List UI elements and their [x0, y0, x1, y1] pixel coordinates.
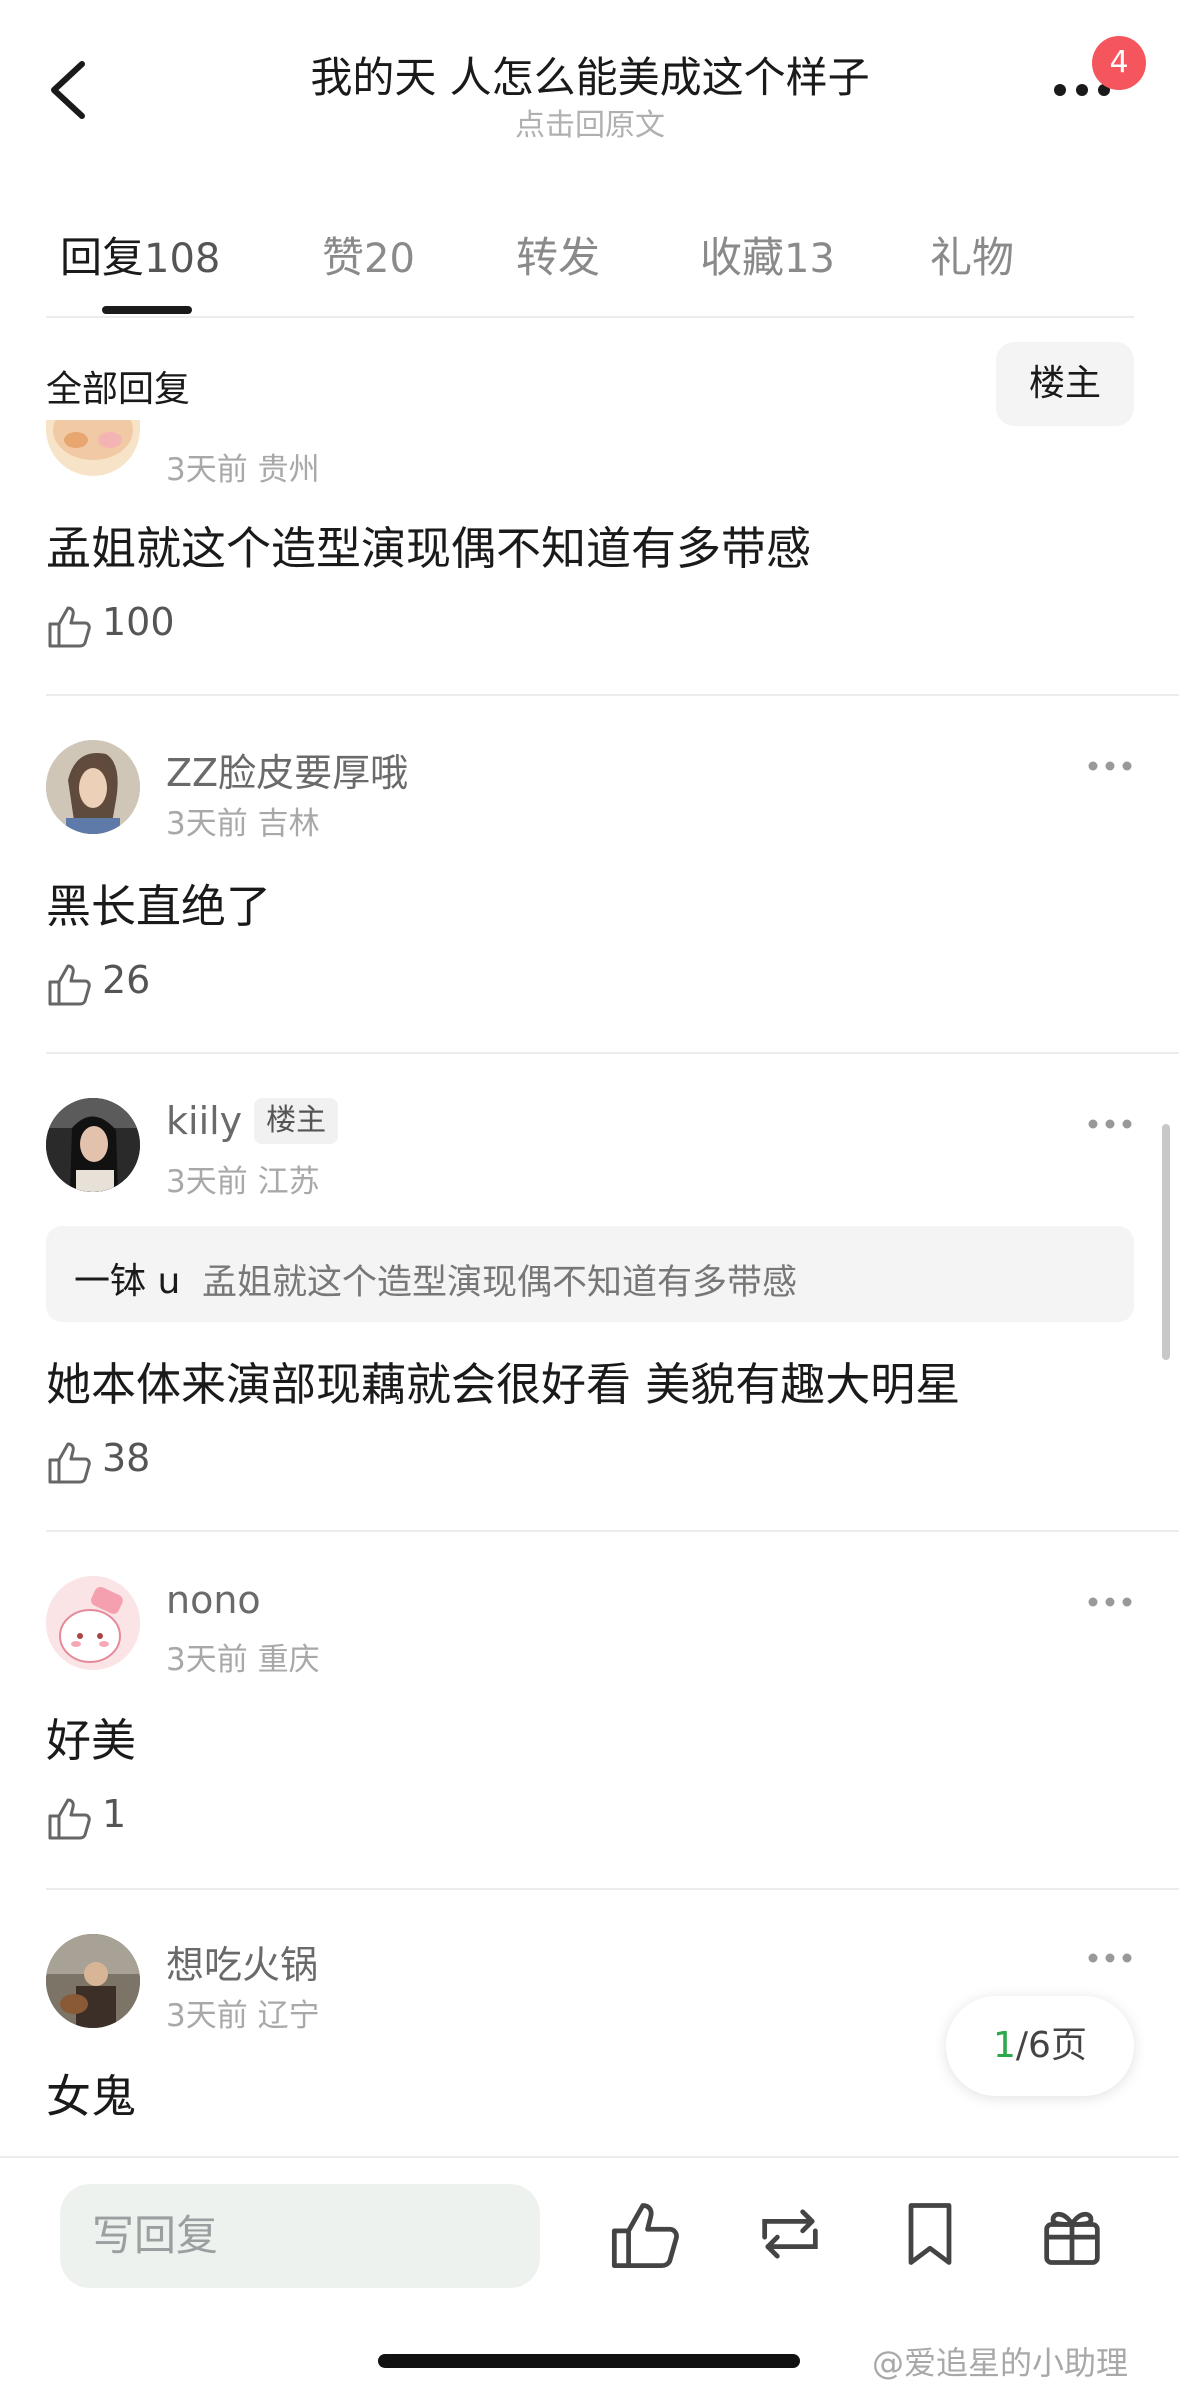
comment-more-button[interactable]	[1086, 1950, 1134, 1964]
op-badge: 楼主	[254, 1098, 339, 1144]
current-page: 1	[993, 2025, 1016, 2066]
comment-more-button[interactable]	[1086, 1594, 1134, 1608]
comment-meta: 3天前 重庆	[166, 1642, 320, 1678]
comment-username[interactable]: ZZ脸皮要厚哦	[166, 742, 408, 797]
comment-meta: 3天前 贵州	[166, 452, 320, 488]
tab-count: 13	[784, 236, 835, 282]
tab-reposts[interactable]: 转发	[516, 224, 600, 285]
back-button[interactable]	[40, 50, 100, 130]
comment-text[interactable]: 她本体来演部现藕就会很好看 美貌有趣大明星	[46, 1348, 960, 1413]
notification-badge: 4	[1092, 36, 1146, 90]
avatar-image	[46, 1098, 140, 1192]
like-count: 26	[102, 958, 151, 1002]
chevron-left-icon	[51, 61, 85, 119]
tab-likes[interactable]: 赞20	[322, 224, 415, 285]
quoted-reply[interactable]: 一钵 u 孟姐就这个造型演现偶不知道有多带感	[46, 1226, 1134, 1322]
gift-icon	[1044, 2212, 1100, 2265]
comment-text[interactable]: 黑长直绝了	[46, 870, 271, 935]
post-title[interactable]: 我的天 人怎么能美成这个样子	[200, 44, 980, 105]
tab-replies[interactable]: 回复108	[60, 224, 220, 285]
tab-count: 20	[364, 236, 415, 282]
avatar[interactable]	[46, 1098, 140, 1192]
like-count: 100	[102, 600, 175, 644]
all-replies-filter[interactable]: 全部回复	[46, 360, 190, 412]
tab-gifts[interactable]: 礼物	[930, 224, 1014, 285]
divider	[46, 1052, 1179, 1054]
like-post-button[interactable]	[608, 2196, 684, 2272]
tab-label: 转发	[516, 233, 601, 282]
comment-meta: 3天前 江苏	[166, 1164, 320, 1200]
tab-label: 赞	[322, 233, 365, 282]
avatar[interactable]	[46, 1576, 140, 1670]
home-indicator	[378, 2354, 800, 2368]
comment-username[interactable]: nono	[166, 1578, 261, 1622]
thumbs-up-icon	[48, 606, 91, 648]
reply-input[interactable]: 写回复	[60, 2184, 540, 2288]
like-count: 38	[102, 1436, 151, 1480]
quoted-username: 一钵 u	[74, 1261, 181, 1302]
page-indicator[interactable]: 1/6页	[946, 1996, 1134, 2096]
avatar-image	[53, 420, 133, 460]
watermark: @爱追星的小助理	[872, 2344, 1129, 2382]
thumbs-up-icon	[48, 1798, 91, 1840]
avatar[interactable]	[46, 1934, 140, 2028]
bottom-action-bar: 写回复 @爱追星的小助理	[0, 2156, 1179, 2406]
comment-text[interactable]: 好美	[46, 1704, 136, 1769]
tab-count: 108	[144, 236, 221, 282]
avatar[interactable]	[46, 740, 140, 834]
avatar-image	[46, 1576, 140, 1670]
more-dots-icon	[1088, 1597, 1132, 1607]
avatar-image	[46, 1934, 140, 2028]
comment-username[interactable]: kiily 楼主	[166, 1098, 339, 1144]
thumbs-up-icon	[48, 964, 91, 1006]
op-only-button[interactable]: 楼主	[996, 342, 1134, 426]
comment-text[interactable]: 女鬼	[46, 2060, 136, 2125]
tab-label: 礼物	[930, 233, 1015, 282]
tab-bar: 回复108 赞20 转发 收藏13 礼物	[0, 210, 1179, 320]
top-nav-bar: 我的天 人怎么能美成这个样子 点击回原文 4	[0, 0, 1179, 190]
tab-favorites[interactable]: 收藏13	[700, 224, 835, 285]
comment-text[interactable]: 孟姐就这个造型演现偶不知道有多带感	[46, 512, 811, 577]
total-pages: /6页	[1015, 2025, 1087, 2066]
divider	[46, 694, 1179, 696]
divider	[46, 1530, 1179, 1532]
username-text: kiily	[166, 1099, 243, 1143]
comment-meta: 3天前 辽宁	[166, 1998, 320, 2034]
quoted-text: 孟姐就这个造型演现偶不知道有多带感	[202, 1263, 798, 1303]
back-to-original-link[interactable]: 点击回原文	[200, 100, 980, 144]
tab-label: 收藏	[700, 233, 785, 282]
scrollbar[interactable]	[1162, 1124, 1170, 1360]
divider	[46, 1888, 1179, 1890]
avatar-image	[46, 740, 140, 834]
divider	[46, 316, 1134, 318]
comment-more-button[interactable]	[1086, 1116, 1134, 1130]
more-dots-icon	[1088, 1119, 1132, 1129]
repost-button[interactable]	[752, 2196, 828, 2272]
comment-meta: 3天前 吉林	[166, 806, 320, 842]
gift-button[interactable]	[1034, 2196, 1110, 2272]
bookmark-icon	[908, 2203, 952, 2265]
active-tab-indicator	[102, 306, 192, 314]
like-count: 1	[102, 1792, 127, 1836]
avatar[interactable]	[46, 420, 140, 476]
more-dots-icon	[1088, 1953, 1132, 1963]
comment-username[interactable]: 想吃火锅	[166, 1934, 318, 1989]
bookmark-button[interactable]	[892, 2196, 968, 2272]
tab-label: 回复	[60, 233, 145, 282]
repost-icon	[762, 2209, 818, 2259]
thumbs-up-icon	[611, 2203, 679, 2269]
comment-more-button[interactable]	[1086, 758, 1134, 772]
thumbs-up-icon	[48, 1442, 91, 1484]
more-dots-icon	[1088, 761, 1132, 771]
